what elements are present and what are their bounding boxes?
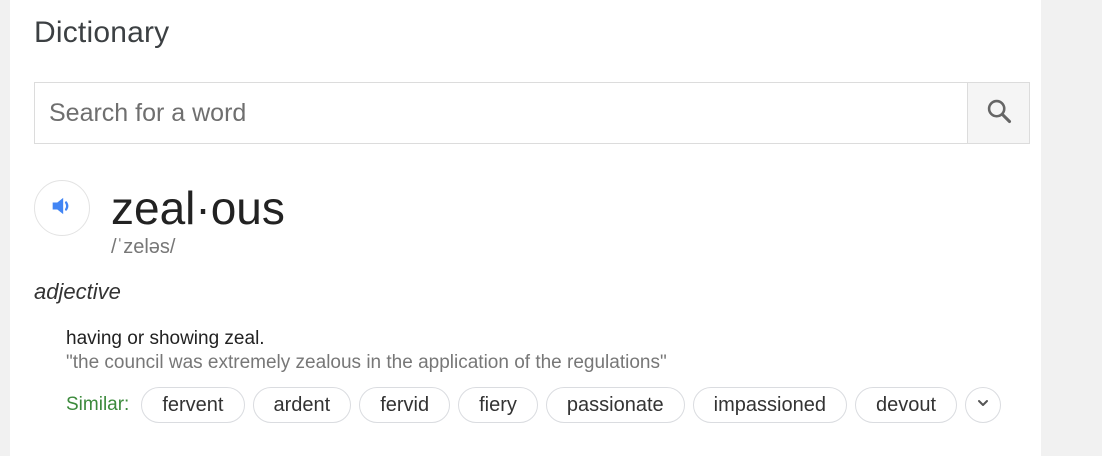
similar-word-chip[interactable]: fervid bbox=[359, 387, 451, 423]
search-icon bbox=[985, 97, 1013, 130]
search-input[interactable] bbox=[35, 83, 967, 143]
example-sentence: "the council was extremely zealous in th… bbox=[66, 352, 667, 373]
similar-word-chip[interactable]: fiery bbox=[458, 387, 538, 423]
speaker-icon bbox=[48, 192, 76, 225]
similar-word-chip[interactable]: fervent bbox=[141, 387, 245, 423]
similar-word-chip[interactable]: passionate bbox=[545, 387, 685, 423]
similar-word-chip[interactable]: ardent bbox=[252, 387, 352, 423]
expand-similar-button[interactable] bbox=[965, 387, 1002, 423]
search-box bbox=[34, 82, 1030, 144]
dictionary-title: Dictionary bbox=[34, 16, 170, 49]
similar-label: Similar: bbox=[66, 394, 130, 415]
definition-text: having or showing zeal. bbox=[66, 328, 265, 349]
similar-words-row: Similar: fervent ardent fervid fiery pas… bbox=[66, 386, 1002, 424]
similar-word-chip[interactable]: impassioned bbox=[692, 387, 847, 423]
phonetic-spelling: /ˈzeləs/ bbox=[111, 236, 176, 258]
similar-word-chip[interactable]: devout bbox=[854, 387, 958, 423]
pronunciation-button[interactable] bbox=[34, 180, 90, 236]
headword: zeal·ous bbox=[111, 182, 285, 234]
chevron-down-icon bbox=[975, 395, 991, 416]
search-button[interactable] bbox=[967, 83, 1029, 143]
dictionary-card: Dictionary zeal·ous /ˈzeləs/ adjective h… bbox=[10, 0, 1041, 456]
part-of-speech: adjective bbox=[34, 279, 121, 304]
